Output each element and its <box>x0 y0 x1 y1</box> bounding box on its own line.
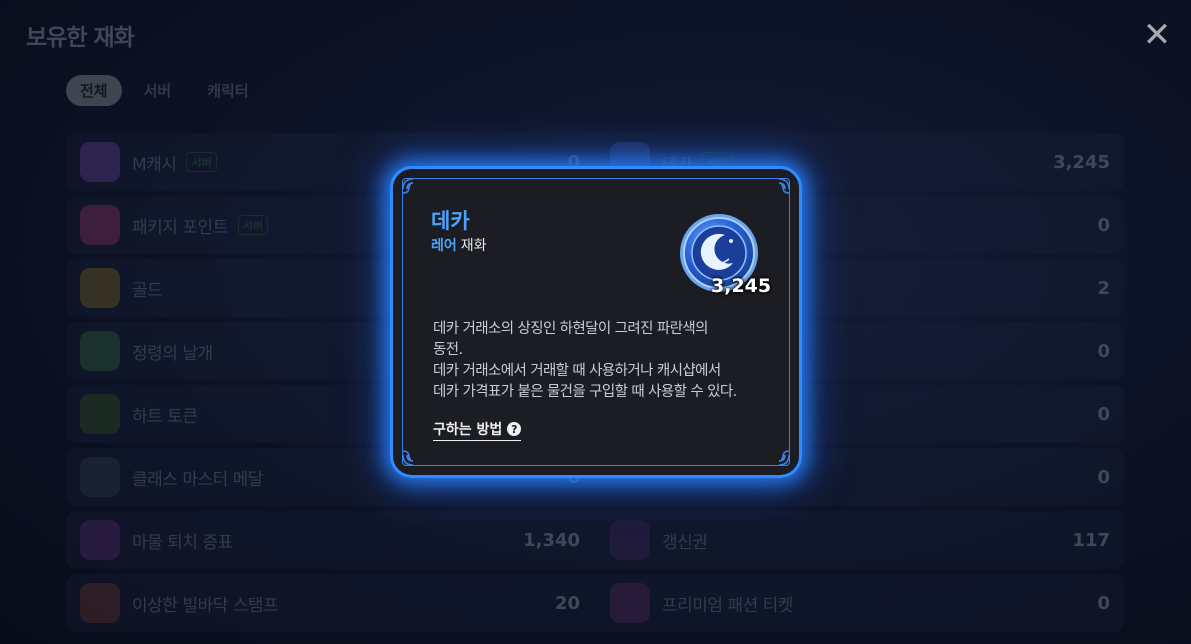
currency-amount: 20 <box>554 592 580 614</box>
corner-ornament-icon <box>402 178 414 194</box>
page-title: 보유한 재화 <box>26 25 135 51</box>
currency-item[interactable]: 갱신권 117 <box>594 511 1124 569</box>
currency-name: 프리미엄 패션 티켓 <box>662 595 793 616</box>
heart-token-icon <box>80 394 120 434</box>
currency-item[interactable]: 프리미엄 패션 티켓 0 <box>594 574 1124 632</box>
item-type-label: 재화 <box>460 238 487 254</box>
currency-row: 마물 퇴치 증표 1,340 갱신권 117 <box>66 511 1124 569</box>
currency-name: 이상한 빌바닥 스탬프 <box>132 595 279 616</box>
currency-amount: 0 <box>1097 340 1110 362</box>
tab-bar: 전체 서버 캐릭터 <box>66 75 263 106</box>
popup-amount: 3,245 <box>711 275 772 297</box>
corner-ornament-icon <box>402 450 414 466</box>
currency-amount: 0 <box>1097 403 1110 425</box>
description-line: 데카 거래소의 상징인 하현달이 그려진 파란색의 <box>433 321 708 337</box>
currency-name: 클래스 마스터 메달 <box>132 469 263 490</box>
currency-amount: 0 <box>1097 214 1110 236</box>
spirit-wing-icon <box>80 331 120 371</box>
monster-token-icon <box>80 520 120 560</box>
description-line: 동전. <box>433 342 463 358</box>
tab-server[interactable]: 서버 <box>130 75 186 106</box>
server-badge: 서버 <box>186 152 217 172</box>
currency-amount: 0 <box>1097 592 1110 614</box>
corner-ornament-icon <box>778 178 790 194</box>
currency-amount: 3,245 <box>1053 151 1110 173</box>
tab-all[interactable]: 전체 <box>66 75 122 106</box>
currency-name: 마물 퇴치 증표 <box>132 532 233 553</box>
premium-ticket-icon <box>610 583 650 623</box>
tab-character[interactable]: 캐릭터 <box>193 75 262 106</box>
currency-detail-popup: 데카 레어 재화 3,245 데카 거래소의 상징인 하현달이 그려진 파란색의 … <box>390 166 802 478</box>
m-cash-icon <box>80 142 120 182</box>
popup-subtitle: 레어 재화 <box>431 235 487 255</box>
currency-amount: 2 <box>1097 277 1110 299</box>
server-badge: 서버 <box>237 215 268 235</box>
gold-coin-icon <box>80 268 120 308</box>
description-line: 데카 가격표가 붙은 물건을 구입할 때 사용할 수 있다. <box>433 384 737 400</box>
close-icon[interactable]: ✕ <box>1138 15 1176 55</box>
how-to-get-link[interactable]: 구하는 방법 ? <box>433 419 522 441</box>
currency-name: 골드 <box>132 280 163 301</box>
currency-item[interactable]: 이상한 빌바닥 스탬프 20 <box>66 574 594 632</box>
description-line: 데카 거래소에서 거래할 때 사용하거나 캐시샵에서 <box>433 363 721 379</box>
currency-name: M캐시 <box>132 154 177 175</box>
currency-item[interactable]: 마물 퇴치 증표 1,340 <box>66 511 594 569</box>
stamp-icon <box>80 583 120 623</box>
currency-name: 정령의 날개 <box>132 343 213 364</box>
how-to-get-label: 구하는 방법 <box>433 422 503 438</box>
currency-amount: 0 <box>1097 466 1110 488</box>
package-point-icon <box>80 205 120 245</box>
renewal-ticket-icon <box>610 520 650 560</box>
popup-title: 데카 <box>431 209 470 233</box>
currency-amount: 1,340 <box>523 529 580 551</box>
currency-name: 패키지 포인트 <box>132 217 228 238</box>
currency-row: 이상한 빌바닥 스탬프 20 프리미엄 패션 티켓 0 <box>66 574 1124 632</box>
question-icon: ? <box>507 422 522 436</box>
rarity-label: 레어 <box>431 238 457 254</box>
currency-amount: 117 <box>1072 529 1110 551</box>
currency-name: 하트 토큰 <box>132 406 198 427</box>
popup-description: 데카 거래소의 상징인 하현달이 그려진 파란색의 동전. 데카 거래소에서 거… <box>433 319 778 403</box>
corner-ornament-icon <box>778 450 790 466</box>
class-master-medal-icon <box>80 457 120 497</box>
currency-name: 갱신권 <box>662 532 708 553</box>
